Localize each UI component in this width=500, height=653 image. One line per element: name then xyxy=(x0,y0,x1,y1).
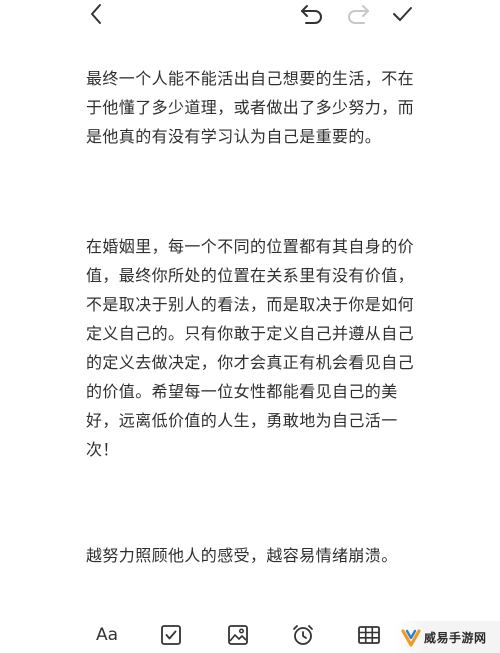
checklist-button[interactable] xyxy=(159,621,183,649)
insert-image-button[interactable] xyxy=(226,621,250,649)
chevron-left-icon xyxy=(91,4,101,24)
watermark-logo-icon xyxy=(401,629,421,647)
done-button[interactable] xyxy=(388,2,416,26)
redo-icon xyxy=(348,5,369,24)
watermark-text: 威易手游网 xyxy=(424,630,487,645)
checkmark-icon xyxy=(393,7,412,21)
undo-button[interactable] xyxy=(298,2,326,26)
note-paragraph-3[interactable]: 越努力照顾他人的感受，越容易情绪崩溃。 xyxy=(86,541,426,570)
undo-icon xyxy=(301,5,322,24)
note-paragraph-1[interactable]: 最终一个人能不能活出自己想要的生活，不在于他懂了多少道理，或者做出了多少努力，而… xyxy=(86,64,426,151)
checkbox-icon xyxy=(161,625,181,645)
table-icon xyxy=(358,626,380,644)
back-button[interactable] xyxy=(82,2,110,26)
image-icon xyxy=(228,625,248,645)
reminder-button[interactable] xyxy=(290,621,316,649)
alarm-clock-icon xyxy=(293,625,313,645)
text-format-label: Aa xyxy=(95,625,119,645)
text-format-button[interactable]: Aa xyxy=(92,621,122,649)
watermark-badge: 威易手游网 xyxy=(394,621,500,653)
note-paragraph-2[interactable]: 在婚姻里，每一个不同的位置都有其自身的价值，最终你所处的位置在关系里有没有价值，… xyxy=(86,232,426,464)
redo-button[interactable] xyxy=(344,2,372,26)
insert-table-button[interactable] xyxy=(356,621,382,649)
top-toolbar xyxy=(0,0,500,30)
